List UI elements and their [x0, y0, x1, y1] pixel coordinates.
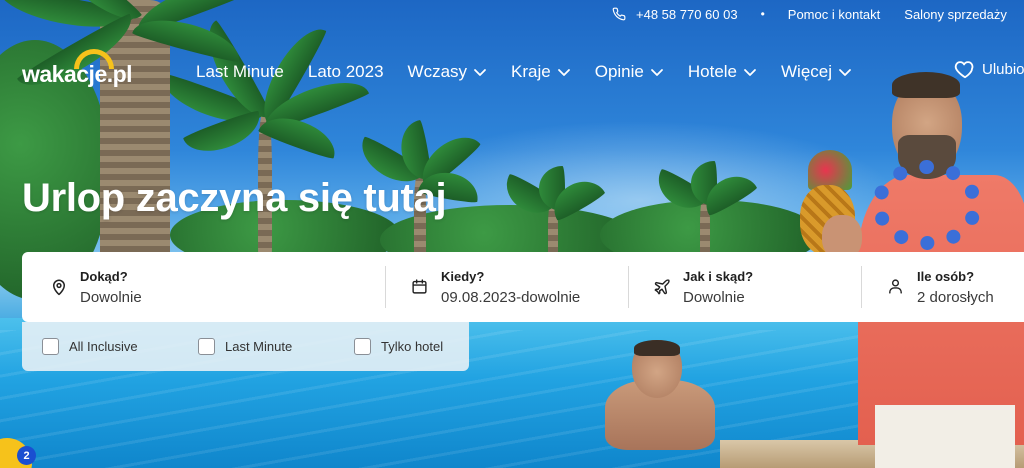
top-utility-bar: +48 58 770 60 03 • Pomoc i kontakt Salon…	[612, 6, 1024, 22]
nav-item-label: Hotele	[687, 62, 737, 81]
nav-item-label: Last Minute	[196, 62, 284, 81]
main-navigation: wakacje.pl Last Minute Lato 2023 Wczasy …	[22, 49, 1024, 89]
checkbox-box[interactable]	[42, 338, 59, 355]
nav-item-opinie[interactable]: Opinie	[595, 62, 664, 82]
chevron-down-icon	[838, 65, 852, 79]
man-with-drink-pants	[875, 405, 1015, 468]
phone-number-link[interactable]: +48 58 770 60 03	[636, 7, 738, 22]
chevron-down-icon	[557, 65, 571, 79]
checkbox-label: Tylko hotel	[381, 339, 444, 354]
destination-label: Dokąd?	[80, 268, 128, 284]
search-options: All Inclusive Last Minute Tylko hotel	[22, 322, 469, 371]
logo-text: wakacje.pl	[22, 61, 133, 87]
people-label: Ile osób?	[917, 268, 975, 284]
checkbox-label: Last Minute	[225, 339, 293, 354]
chevron-down-icon	[650, 65, 664, 79]
notification-count-badge: 2	[17, 446, 36, 465]
nav-menu: Last Minute Lato 2023 Wczasy Kraje Opini…	[196, 62, 876, 82]
nav-item-label: Więcej	[781, 62, 833, 81]
man-in-pool-hair	[634, 340, 680, 356]
date-label: Kiedy?	[441, 268, 485, 284]
location-pin-icon	[50, 278, 68, 296]
date-value: 09.08.2023-dowolnie	[441, 288, 581, 306]
flower-lei	[872, 160, 982, 250]
checkbox-label: All Inclusive	[69, 339, 138, 354]
heart-icon	[954, 58, 976, 80]
nav-item-label: Opinie	[594, 62, 644, 81]
all-inclusive-checkbox[interactable]: All Inclusive	[42, 338, 198, 355]
favorites-link[interactable]: Ulubione	[954, 58, 1024, 80]
date-field[interactable]: Kiedy? 09.08.2023-dowolnie	[386, 252, 628, 322]
people-value: 2 dorosłych	[917, 288, 994, 306]
favorites-label: Ulubione	[982, 60, 1024, 78]
hotel-only-checkbox[interactable]: Tylko hotel	[354, 338, 443, 355]
help-contact-link[interactable]: Pomoc i kontakt	[788, 7, 881, 22]
last-minute-checkbox[interactable]: Last Minute	[198, 338, 354, 355]
transport-label: Jak i skąd?	[683, 268, 754, 284]
people-field[interactable]: Ile osób? 2 dorosłych	[862, 252, 1024, 322]
wakacje-logo[interactable]: wakacje.pl	[22, 49, 162, 89]
person-icon	[887, 278, 905, 296]
destination-field[interactable]: Dokąd? Dowolnie	[22, 252, 385, 322]
calendar-icon	[411, 278, 429, 296]
search-panel: Dokąd? Dowolnie Kiedy? 09.08.2023-dowoln…	[22, 252, 1024, 322]
checkbox-box[interactable]	[354, 338, 371, 355]
separator-dot: •	[760, 7, 765, 21]
nav-item-lato-2023[interactable]: Lato 2023	[308, 62, 384, 82]
nav-item-kraje[interactable]: Kraje	[511, 62, 571, 82]
sales-offices-link[interactable]: Salony sprzedaży	[904, 7, 1007, 22]
chevron-down-icon	[473, 65, 487, 79]
transport-value: Dowolnie	[683, 288, 745, 306]
phone-icon	[612, 7, 626, 21]
chevron-down-icon	[743, 65, 757, 79]
nav-item-last-minute[interactable]: Last Minute	[196, 62, 284, 82]
cocktail-garnish	[808, 150, 852, 190]
hero-title: Urlop zaczyna się tutaj	[22, 176, 447, 220]
destination-value: Dowolnie	[80, 288, 142, 306]
nav-item-wiecej[interactable]: Więcej	[781, 62, 852, 82]
plane-icon	[653, 278, 671, 296]
nav-item-label: Lato 2023	[307, 62, 384, 81]
nav-item-label: Kraje	[511, 62, 551, 81]
nav-item-hotele[interactable]: Hotele	[688, 62, 757, 82]
checkbox-box[interactable]	[198, 338, 215, 355]
transport-field[interactable]: Jak i skąd? Dowolnie	[629, 252, 861, 322]
nav-item-wczasy[interactable]: Wczasy	[408, 62, 488, 82]
nav-item-label: Wczasy	[407, 62, 468, 81]
